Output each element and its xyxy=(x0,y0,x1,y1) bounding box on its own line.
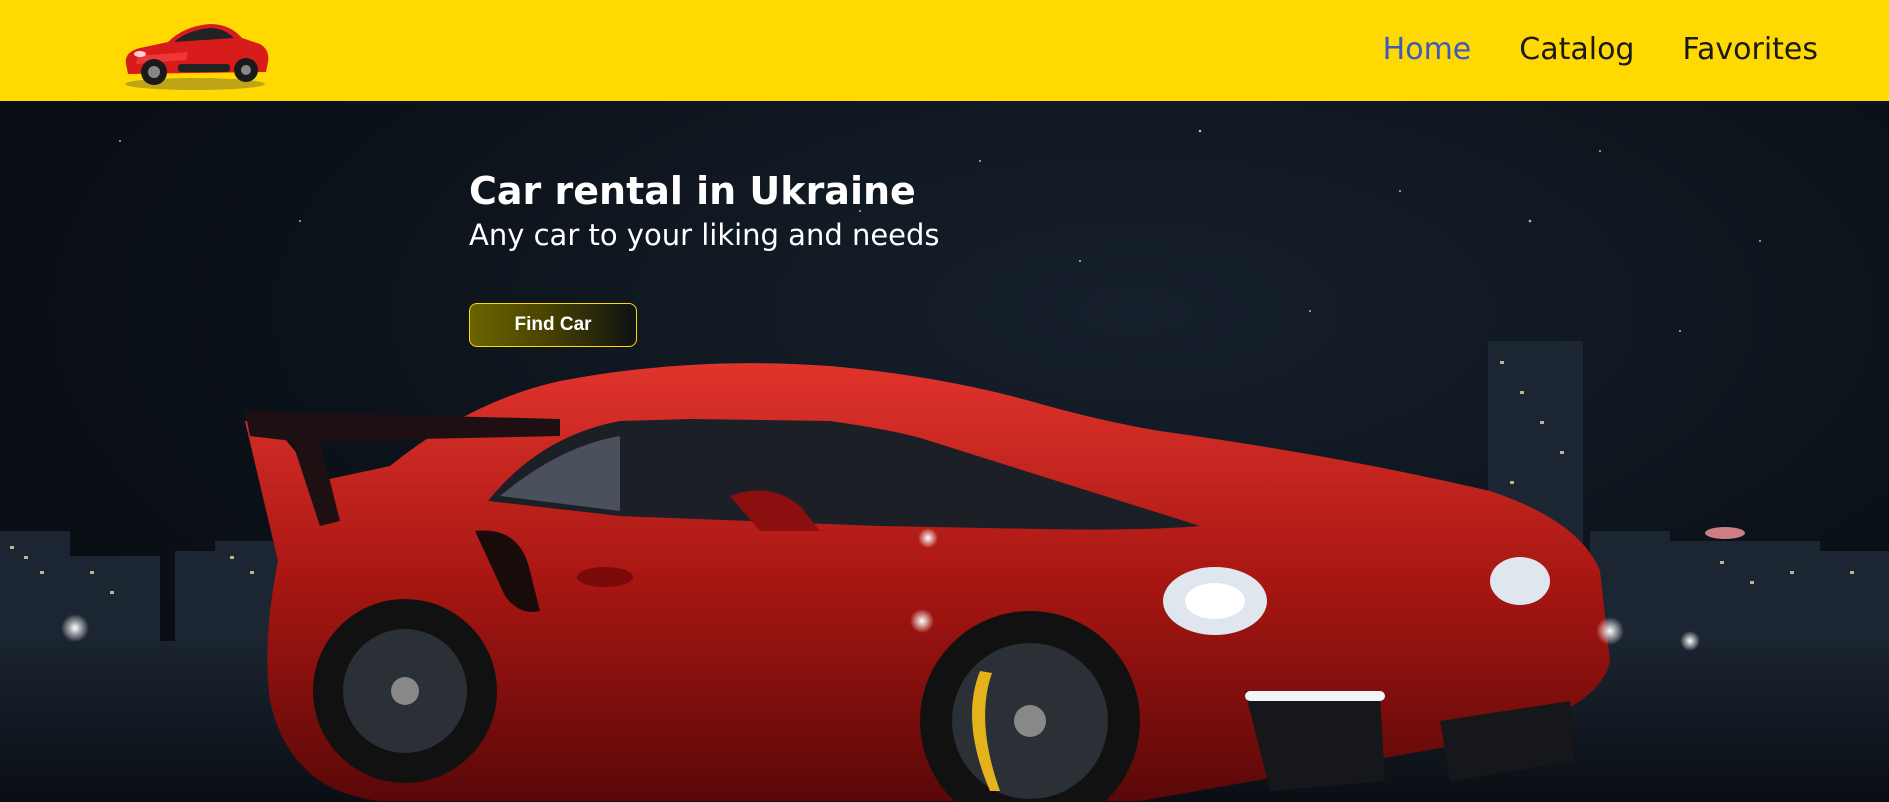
nav-catalog-link[interactable]: Catalog xyxy=(1519,30,1634,70)
find-car-button[interactable]: Find Car xyxy=(469,303,637,347)
hero-subtitle: Any car to your liking and needs xyxy=(469,218,940,252)
site-header: Home Catalog Favorites xyxy=(0,0,1889,101)
hero-title: Car rental in Ukraine xyxy=(469,169,916,213)
nav-favorites-link[interactable]: Favorites xyxy=(1682,30,1818,70)
hero-text: Car rental in Ukraine Any car to your li… xyxy=(469,167,940,255)
hero-car-background-image xyxy=(0,129,1889,802)
hero-section: Car rental in Ukraine Any car to your li… xyxy=(0,101,1889,802)
main-nav: Home Catalog Favorites xyxy=(1383,30,1818,70)
nav-home-link[interactable]: Home xyxy=(1383,30,1472,70)
car-logo-icon[interactable] xyxy=(118,8,272,92)
